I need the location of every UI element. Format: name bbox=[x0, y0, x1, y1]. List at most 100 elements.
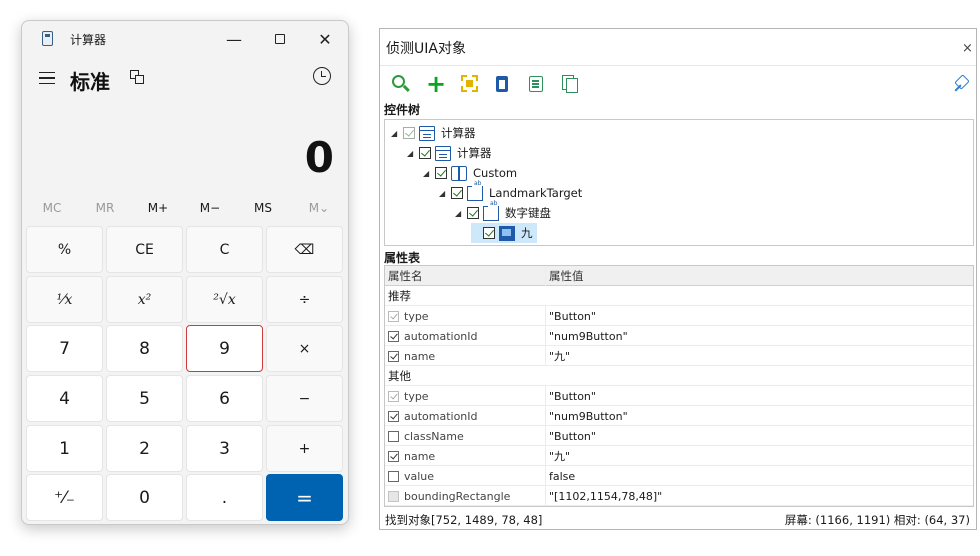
property-value[interactable]: "Button" bbox=[547, 426, 973, 446]
tree-node-checkbox[interactable] bbox=[435, 167, 447, 179]
property-value[interactable]: "九" bbox=[547, 346, 973, 366]
tree-node[interactable]: ◢ Custom bbox=[423, 163, 517, 183]
memory-m-plus-button[interactable]: M+ bbox=[138, 201, 178, 215]
target-icon[interactable] bbox=[460, 74, 480, 94]
key-multiply-button[interactable]: × bbox=[266, 325, 343, 372]
property-name-cell: value bbox=[385, 466, 546, 486]
key-reciprocal-button[interactable]: ¹⁄x bbox=[26, 276, 103, 323]
property-checkbox[interactable] bbox=[388, 410, 399, 422]
props-label: 属性表 bbox=[384, 251, 421, 265]
property-group: 其他 bbox=[385, 366, 973, 386]
property-value[interactable]: "[1102,1154,78,48]" bbox=[547, 486, 973, 506]
list-icon[interactable] bbox=[527, 74, 547, 94]
key-backspace-button[interactable]: ⌫ bbox=[266, 226, 343, 273]
property-checkbox[interactable] bbox=[388, 430, 399, 442]
memory-ms-button[interactable]: MS bbox=[243, 201, 283, 215]
property-checkbox[interactable] bbox=[388, 350, 399, 362]
property-value[interactable]: "Button" bbox=[547, 306, 973, 326]
key-two-button[interactable]: 2 bbox=[106, 425, 183, 472]
property-value[interactable]: "九" bbox=[547, 446, 973, 466]
key-label: × bbox=[298, 340, 311, 357]
property-checkbox[interactable] bbox=[388, 330, 399, 342]
copy-icon[interactable] bbox=[561, 74, 581, 94]
memory-m-list-button[interactable]: M⌄ bbox=[299, 201, 339, 215]
tree-node-checkbox[interactable] bbox=[403, 127, 415, 139]
key-clear-button[interactable]: C bbox=[186, 226, 263, 273]
expand-arrow-icon[interactable]: ◢ bbox=[391, 129, 401, 138]
close-button[interactable]: ✕ bbox=[305, 25, 345, 53]
clipboard-icon[interactable] bbox=[493, 74, 513, 94]
maximize-button[interactable] bbox=[260, 25, 300, 53]
key-square-button[interactable]: x² bbox=[106, 276, 183, 323]
key-label: ²√x bbox=[213, 291, 236, 308]
tree-node[interactable]: ◢ 计算器 bbox=[391, 123, 476, 143]
key-percent-button[interactable]: % bbox=[26, 226, 103, 273]
memory-mc-button[interactable]: MC bbox=[32, 201, 72, 215]
memory-m-minus-button[interactable]: M− bbox=[190, 201, 230, 215]
property-group-label: 推荐 bbox=[388, 289, 411, 303]
add-icon[interactable]: + bbox=[426, 72, 446, 96]
minimize-button[interactable]: — bbox=[214, 25, 254, 53]
menu-icon[interactable] bbox=[39, 72, 55, 85]
key-eight-button[interactable]: 8 bbox=[106, 325, 183, 372]
property-value[interactable]: "num9Button" bbox=[547, 406, 973, 426]
tree-node[interactable]: ◢ LandmarkTarget bbox=[439, 180, 582, 203]
key-one-button[interactable]: 1 bbox=[26, 425, 103, 472]
tree-node-checkbox[interactable] bbox=[451, 187, 463, 199]
key-label: + bbox=[298, 440, 311, 457]
property-name-cell: type bbox=[385, 306, 546, 326]
key-six-button[interactable]: 6 bbox=[186, 375, 263, 422]
tree-node[interactable]: ◢ 计算器 bbox=[407, 143, 492, 163]
status-found-object: 找到对象[752, 1489, 78, 48] bbox=[385, 513, 543, 527]
key-zero-button[interactable]: 0 bbox=[106, 474, 183, 521]
expand-arrow-icon[interactable]: ◢ bbox=[423, 169, 433, 178]
property-checkbox[interactable] bbox=[388, 470, 399, 482]
tree-node-checkbox[interactable] bbox=[483, 227, 495, 239]
property-checkbox[interactable] bbox=[388, 490, 399, 502]
key-label: 6 bbox=[219, 388, 230, 409]
key-clear-entry-button[interactable]: CE bbox=[106, 226, 183, 273]
expand-arrow-icon[interactable]: ◢ bbox=[455, 209, 465, 218]
property-value[interactable]: "Button" bbox=[547, 386, 973, 406]
history-icon[interactable] bbox=[313, 67, 331, 85]
property-value[interactable]: false bbox=[547, 466, 973, 486]
key-five-button[interactable]: 5 bbox=[106, 375, 183, 422]
key-plus-button[interactable]: + bbox=[266, 425, 343, 472]
property-table-header: 属性名 属性值 bbox=[385, 266, 973, 286]
property-value[interactable]: "num9Button" bbox=[547, 326, 973, 346]
key-seven-button[interactable]: 7 bbox=[26, 325, 103, 372]
pin-icon[interactable] bbox=[953, 74, 973, 94]
property-group: 推荐 bbox=[385, 286, 973, 306]
key-four-button[interactable]: 4 bbox=[26, 375, 103, 422]
keep-on-top-icon[interactable] bbox=[130, 70, 145, 84]
key-decimal-button[interactable]: . bbox=[186, 474, 263, 521]
tree-node-checkbox[interactable] bbox=[467, 207, 479, 219]
header-property-value: 属性值 bbox=[549, 269, 584, 283]
tree-node[interactable]: 九 bbox=[471, 223, 537, 243]
property-name-cell: type bbox=[385, 386, 546, 406]
tree-node[interactable]: ◢ 数字键盘 bbox=[455, 200, 551, 223]
key-minus-button[interactable]: − bbox=[266, 375, 343, 422]
key-label: CE bbox=[135, 241, 154, 258]
key-label: ÷ bbox=[298, 291, 311, 308]
status-coordinates: 屏幕: (1166, 1191) 相对: (64, 37) bbox=[784, 513, 970, 527]
property-checkbox[interactable] bbox=[388, 450, 399, 462]
property-checkbox[interactable] bbox=[388, 390, 399, 402]
property-checkbox[interactable] bbox=[388, 310, 399, 322]
memory-mr-button[interactable]: MR bbox=[85, 201, 125, 215]
expand-arrow-icon[interactable]: ◢ bbox=[407, 149, 417, 158]
tree-node-checkbox[interactable] bbox=[419, 147, 431, 159]
mode-title: 标准 bbox=[70, 70, 110, 94]
property-name-cell: name bbox=[385, 446, 546, 466]
key-equals-button[interactable]: = bbox=[266, 474, 343, 521]
key-square-root-button[interactable]: ²√x bbox=[186, 276, 263, 323]
key-negate-button[interactable]: ⁺⁄₋ bbox=[26, 474, 103, 521]
key-three-button[interactable]: 3 bbox=[186, 425, 263, 472]
expand-arrow-icon[interactable]: ◢ bbox=[439, 189, 449, 198]
search-icon[interactable] bbox=[391, 74, 411, 94]
key-label: 2 bbox=[139, 438, 150, 459]
key-divide-button[interactable]: ÷ bbox=[266, 276, 343, 323]
key-nine-button[interactable]: 9 bbox=[186, 325, 263, 372]
header-property-name: 属性名 bbox=[385, 266, 546, 286]
inspector-close-button[interactable]: × bbox=[962, 41, 973, 56]
